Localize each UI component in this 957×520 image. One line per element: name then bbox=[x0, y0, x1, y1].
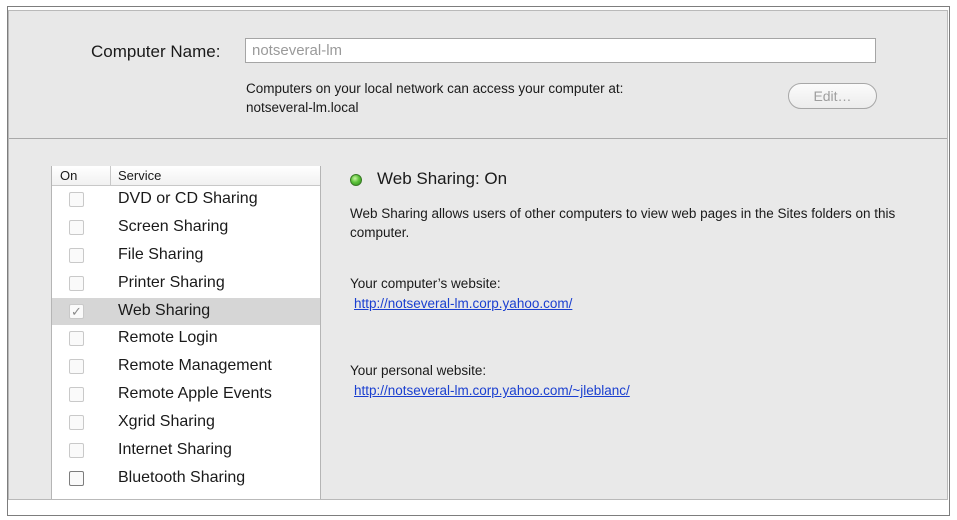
service-row[interactable]: Bluetooth Sharing bbox=[52, 465, 320, 493]
service-label: Web Sharing bbox=[118, 301, 211, 319]
checkbox[interactable] bbox=[69, 247, 84, 263]
checkbox[interactable] bbox=[69, 470, 84, 486]
column-divider bbox=[110, 166, 111, 185]
checkbox[interactable] bbox=[69, 359, 84, 375]
service-label: Remote Apple Events bbox=[118, 385, 272, 403]
checkbox[interactable] bbox=[69, 219, 84, 235]
service-label: Printer Sharing bbox=[118, 273, 225, 291]
computer-website-link[interactable]: http://notseveral-lm.corp.yahoo.com/ bbox=[354, 296, 572, 311]
service-list: On Service DVD or CD Sharing Screen Shari… bbox=[51, 166, 321, 499]
service-row[interactable]: Printer Sharing bbox=[52, 270, 320, 298]
personal-website-label: Your personal website: bbox=[350, 363, 487, 378]
service-row[interactable]: DVD or CD Sharing bbox=[52, 186, 320, 214]
service-row[interactable]: Xgrid Sharing bbox=[52, 409, 320, 437]
service-row[interactable]: Remote Apple Events bbox=[52, 381, 320, 409]
computer-name-input[interactable] bbox=[245, 38, 876, 63]
checkbox[interactable] bbox=[69, 443, 84, 459]
checkbox[interactable] bbox=[69, 387, 84, 403]
service-row[interactable]: Internet Sharing bbox=[52, 437, 320, 465]
local-address-text: Computers on your local network can acce… bbox=[246, 79, 746, 117]
checkbox[interactable] bbox=[69, 415, 84, 431]
checkbox-checked[interactable]: ✓ bbox=[69, 303, 84, 319]
service-row[interactable]: ✓ Web Sharing bbox=[52, 297, 320, 326]
personal-website-link[interactable]: http://notseveral-lm.corp.yahoo.com/~jle… bbox=[354, 383, 630, 398]
local-address-hostname: notseveral-lm.local bbox=[246, 100, 359, 115]
service-row[interactable]: File Sharing bbox=[52, 242, 320, 270]
service-status-title: Web Sharing: On bbox=[377, 169, 508, 188]
service-rows: DVD or CD Sharing Screen Sharing File Shar… bbox=[52, 186, 320, 493]
column-header-on[interactable]: On bbox=[60, 168, 77, 183]
service-row[interactable]: Screen Sharing bbox=[52, 214, 320, 242]
service-label: Remote Management bbox=[118, 357, 272, 375]
service-label: Xgrid Sharing bbox=[118, 413, 215, 431]
column-header-service[interactable]: Service bbox=[118, 168, 161, 183]
checkbox[interactable] bbox=[69, 331, 84, 347]
computer-name-label: Computer Name: bbox=[91, 42, 221, 61]
service-label: Bluetooth Sharing bbox=[118, 468, 246, 486]
local-address-description: Computers on your local network can acce… bbox=[246, 81, 624, 96]
service-label: DVD or CD Sharing bbox=[118, 190, 258, 207]
service-list-header: On Service bbox=[52, 166, 320, 186]
sharing-panel: Computer Name: Computers on your local n… bbox=[8, 10, 948, 500]
service-label: File Sharing bbox=[118, 245, 204, 263]
computer-website-label: Your computer’s website: bbox=[350, 276, 501, 291]
service-label: Remote Login bbox=[118, 329, 218, 347]
service-label: Screen Sharing bbox=[118, 217, 229, 235]
service-description: Web Sharing allows users of other comput… bbox=[350, 206, 896, 240]
service-label: Internet Sharing bbox=[118, 441, 232, 459]
checkbox[interactable] bbox=[69, 192, 84, 207]
service-row[interactable]: Remote Management bbox=[52, 353, 320, 381]
edit-button[interactable]: Edit… bbox=[788, 83, 877, 109]
service-row[interactable]: Remote Login bbox=[52, 325, 320, 353]
checkbox[interactable] bbox=[69, 275, 84, 291]
computer-name-section: Computer Name: Computers on your local n… bbox=[9, 11, 947, 139]
status-indicator-icon bbox=[350, 174, 362, 186]
